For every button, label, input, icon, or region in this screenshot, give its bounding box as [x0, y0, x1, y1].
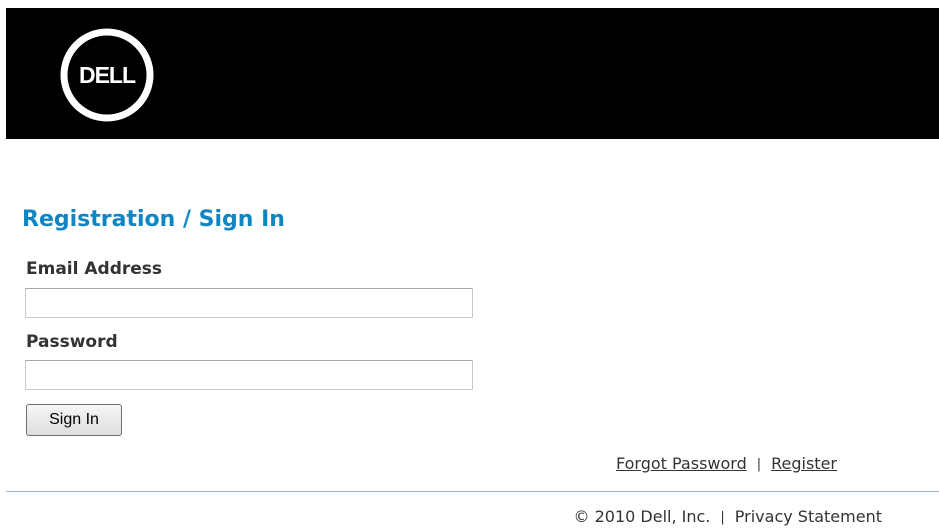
password-label: Password — [26, 332, 118, 352]
copyright-text: © 2010 Dell, Inc. — [573, 507, 711, 526]
email-field[interactable] — [25, 288, 473, 318]
privacy-statement-link[interactable]: Privacy Statement — [735, 507, 882, 526]
dell-logo[interactable]: DELL — [60, 28, 154, 122]
password-field[interactable] — [25, 360, 473, 390]
dell-logo-icon: DELL — [60, 28, 154, 122]
account-links: Forgot Password | Register — [616, 454, 837, 473]
sign-in-button[interactable]: Sign In — [26, 404, 122, 436]
email-label: Email Address — [26, 259, 163, 279]
footer: © 2010 Dell, Inc. | Privacy Statement — [574, 507, 882, 526]
header-banner: DELL — [6, 8, 939, 139]
footer-separator: | — [720, 510, 725, 525]
dell-logo-text: DELL — [79, 62, 136, 88]
footer-divider — [6, 491, 939, 492]
register-link[interactable]: Register — [771, 454, 837, 473]
forgot-password-link[interactable]: Forgot Password — [616, 454, 747, 473]
page-title: Registration / Sign In — [22, 207, 285, 232]
link-separator: | — [756, 457, 762, 472]
